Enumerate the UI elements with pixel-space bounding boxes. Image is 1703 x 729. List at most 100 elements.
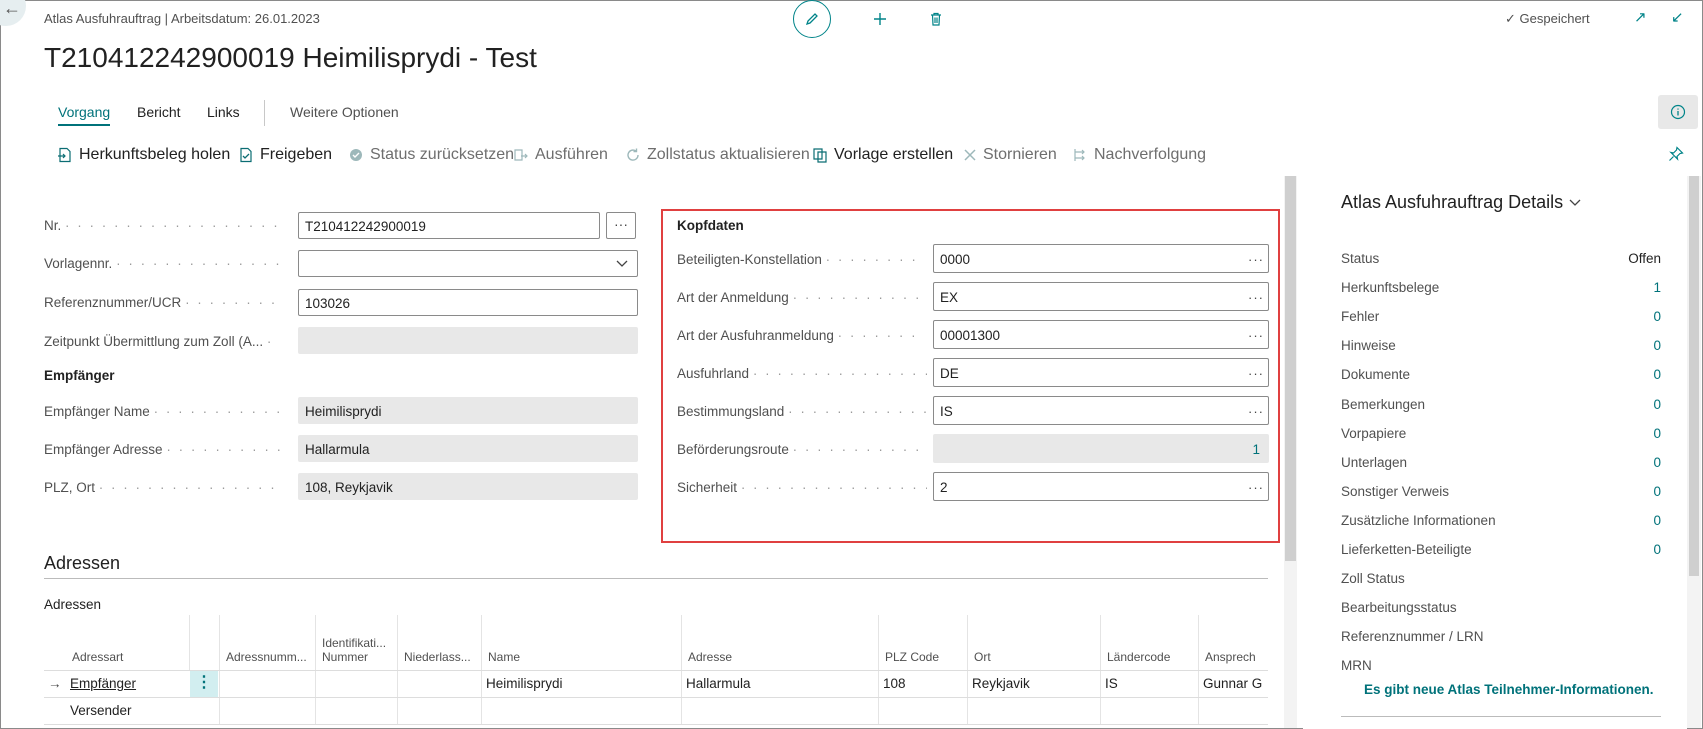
column-header[interactable]: Name: [481, 615, 681, 670]
status-zuruecksetzen-button[interactable]: Status zurücksetzen: [348, 146, 514, 164]
table-cell[interactable]: Gunnar G: [1198, 671, 1268, 697]
column-header[interactable]: Ländercode: [1100, 615, 1198, 670]
details-row-value[interactable]: 0: [1653, 484, 1661, 499]
freigeben-button[interactable]: Freigeben: [238, 146, 332, 164]
edit-button[interactable]: [793, 0, 831, 38]
details-row-value[interactable]: 0: [1653, 397, 1661, 412]
lookup-ellipsis-icon[interactable]: ···: [1248, 359, 1264, 388]
befoerderungsroute-link[interactable]: 1: [1252, 435, 1260, 464]
delete-button[interactable]: [917, 0, 955, 38]
table-cell[interactable]: Versender: [66, 698, 189, 724]
pin-icon: [1669, 146, 1684, 161]
teilnehmer-info-link[interactable]: Es gibt neue Atlas Teilnehmer-Informatio…: [1364, 682, 1654, 697]
tab-links[interactable]: Links: [207, 104, 240, 120]
details-row-value[interactable]: 0: [1653, 426, 1661, 441]
details-row-value[interactable]: 0: [1653, 367, 1661, 382]
lookup-ellipsis-icon[interactable]: ···: [1248, 473, 1264, 502]
sicherheit-input[interactable]: 2 ···: [933, 472, 1269, 501]
table-cell[interactable]: Empfänger: [66, 671, 189, 697]
open-new-window-icon[interactable]: ↗: [1634, 8, 1647, 26]
beteiligten-konstellation-input[interactable]: 0000 ···: [933, 244, 1269, 273]
column-header[interactable]: Niederlass...: [397, 615, 481, 670]
art-der-anmeldung-input[interactable]: EX ···: [933, 282, 1269, 311]
details-title[interactable]: Atlas Ausfuhrauftrag Details: [1341, 192, 1582, 213]
empfaenger-section-title: Empfänger: [44, 368, 115, 383]
nr-input[interactable]: T210412242900019: [298, 212, 600, 239]
details-row-label: Sonstiger Verweis: [1341, 484, 1450, 499]
befoerderungsroute-field[interactable]: 1: [933, 434, 1269, 463]
column-header[interactable]: Adressart: [44, 615, 189, 670]
details-row-value[interactable]: 0: [1653, 513, 1661, 528]
pin-button[interactable]: [1668, 146, 1684, 166]
nr-lookup-button[interactable]: ···: [606, 212, 636, 239]
column-header[interactable]: Identifikati... Nummer: [315, 615, 397, 670]
bestimmungsland-label: Bestimmungsland · · · · · · · · · · · · …: [677, 404, 927, 419]
tab-vorgang[interactable]: Vorgang: [58, 104, 111, 126]
column-header[interactable]: Ort: [967, 615, 1100, 670]
main-scrollbar-thumb[interactable]: [1285, 176, 1296, 561]
adressen-heading: Adressen: [44, 553, 121, 573]
table-cell[interactable]: [315, 698, 397, 724]
stornieren-button[interactable]: Stornieren: [963, 146, 1057, 164]
nachverfolgung-button[interactable]: Nachverfolgung: [1072, 146, 1206, 164]
table-cell[interactable]: [397, 671, 481, 697]
tab-weitere-optionen[interactable]: Weitere Optionen: [290, 104, 399, 120]
table-cell[interactable]: [397, 698, 481, 724]
sicherheit-label: Sicherheit · · · · · · · · · · · · · · ·…: [677, 480, 927, 495]
table-cell[interactable]: [219, 698, 315, 724]
details-row-value[interactable]: 0: [1653, 455, 1661, 470]
empfaenger-adresse-field: Hallarmula: [298, 435, 638, 462]
details-row-label: Zoll Status: [1341, 571, 1405, 586]
plz-ort-field: 108, Reykjavik: [298, 473, 638, 500]
table-cell[interactable]: 108: [878, 671, 967, 697]
zollstatus-aktualisieren-button[interactable]: Zollstatus aktualisieren: [625, 146, 810, 164]
info-button[interactable]: [1658, 95, 1698, 129]
details-row-value[interactable]: 0: [1653, 338, 1661, 353]
details-row-value[interactable]: 0: [1653, 542, 1661, 557]
table-cell[interactable]: [967, 698, 1100, 724]
details-row-value[interactable]: 0: [1653, 309, 1661, 324]
factbox-scrollbar-thumb[interactable]: [1689, 176, 1699, 576]
details-row-label: Hinweise: [1341, 338, 1396, 353]
adressen-divider: [44, 578, 1268, 579]
trash-icon: [931, 12, 941, 26]
collapse-icon[interactable]: ↙: [1671, 8, 1684, 26]
table-cell[interactable]: [219, 671, 315, 697]
details-row-label: Lieferketten-Beteiligte: [1341, 542, 1472, 557]
column-header[interactable]: PLZ Code: [878, 615, 967, 670]
row-actions-menu-button[interactable]: ⋮: [190, 671, 218, 697]
freigeben-label: Freigeben: [260, 146, 333, 163]
table-cell[interactable]: [878, 698, 967, 724]
table-cell[interactable]: Hallarmula: [681, 671, 878, 697]
empfaenger-name-field: Heimilisprydi: [298, 397, 638, 424]
bestimmungsland-input[interactable]: IS ···: [933, 396, 1269, 425]
details-row: Bemerkungen 0: [1341, 397, 1661, 412]
column-header[interactable]: Adressnumm...: [219, 615, 315, 670]
lookup-ellipsis-icon[interactable]: ···: [1248, 283, 1264, 312]
table-cell[interactable]: Reykjavik: [967, 671, 1100, 697]
ausfuhrland-input[interactable]: DE ···: [933, 358, 1269, 387]
info-icon: [1670, 104, 1686, 120]
column-header[interactable]: Ansprech: [1198, 615, 1268, 670]
tab-bericht[interactable]: Bericht: [137, 104, 181, 120]
lookup-ellipsis-icon[interactable]: ···: [1248, 397, 1264, 426]
table-cell[interactable]: [315, 671, 397, 697]
referenznummer-input[interactable]: 103026: [298, 289, 638, 316]
new-button[interactable]: [861, 0, 899, 38]
column-header[interactable]: Adresse: [681, 615, 878, 670]
close-icon: [964, 149, 976, 161]
details-row-value[interactable]: 1: [1653, 280, 1661, 295]
vorlagennr-select[interactable]: [298, 250, 638, 277]
table-cell[interactable]: [481, 698, 681, 724]
art-der-ausfuhranmeldung-input[interactable]: 00001300 ···: [933, 320, 1269, 349]
ausfuehren-button[interactable]: Ausführen: [513, 146, 608, 164]
table-cell[interactable]: IS: [1100, 671, 1198, 697]
herkunftsbeleg-holen-button[interactable]: Herkunftsbeleg holen: [57, 146, 230, 164]
lookup-ellipsis-icon[interactable]: ···: [1248, 321, 1264, 350]
table-cell[interactable]: [1198, 698, 1268, 724]
table-cell[interactable]: [681, 698, 878, 724]
table-cell[interactable]: Heimilisprydi: [481, 671, 681, 697]
lookup-ellipsis-icon[interactable]: ···: [1248, 245, 1264, 274]
table-cell[interactable]: [1100, 698, 1198, 724]
vorlage-erstellen-button[interactable]: Vorlage erstellen: [812, 146, 953, 164]
